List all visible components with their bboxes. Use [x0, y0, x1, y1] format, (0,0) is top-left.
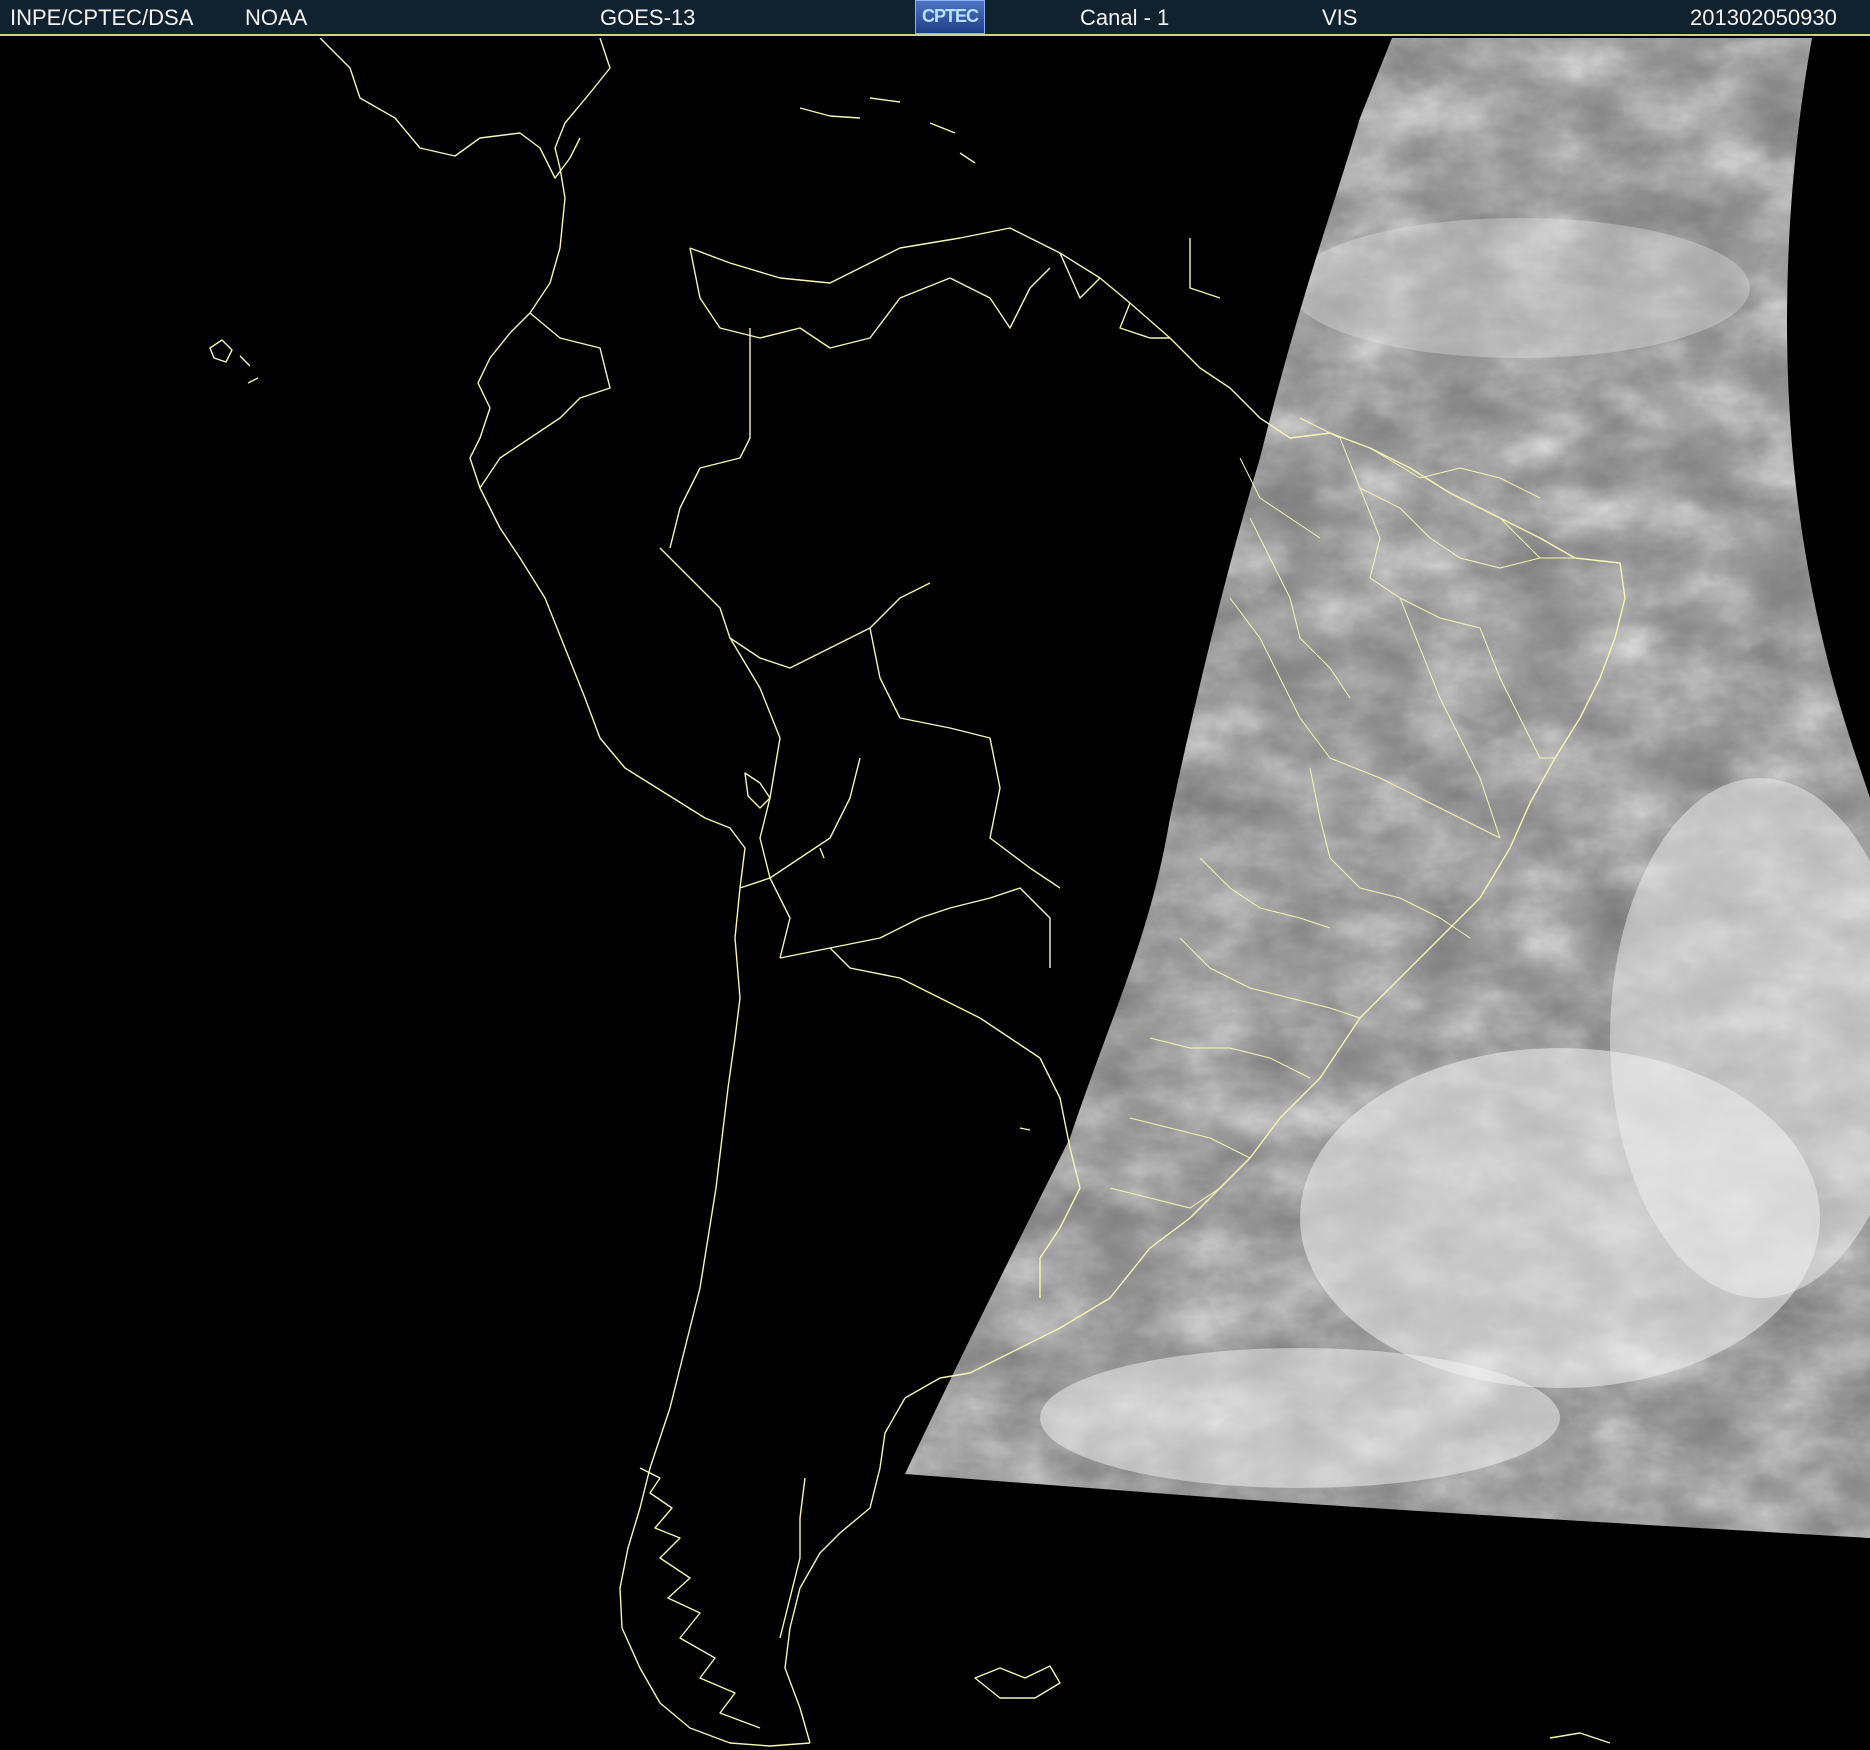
channel-label: Canal - 1 [1080, 5, 1170, 30]
border-guianas [1119, 238, 1221, 339]
galapagos-islands [209, 339, 259, 384]
border-peru-brazil [659, 547, 931, 669]
border-brazil-bolivia [869, 627, 1061, 889]
header-bar: INPE/CPTEC/DSA NOAA GOES-13 CPTEC Canal … [0, 0, 1870, 36]
chilean-fjords [639, 1467, 761, 1729]
cptec-logo: CPTEC [915, 0, 985, 34]
agency-label: INPE/CPTEC/DSA [10, 5, 194, 30]
border-argentina-paraguay [829, 947, 1041, 1059]
border-bolivia-paraguay [779, 887, 1051, 968]
satellite-image-page: INPE/CPTEC/DSA NOAA GOES-13 CPTEC Canal … [0, 0, 1870, 1750]
border-colombia-brazil [669, 328, 751, 549]
map-canvas [209, 38, 1870, 1747]
south-atlantic-island [1549, 1732, 1611, 1744]
satellite-map [0, 38, 1870, 1750]
timestamp-label: 201302050930 [1690, 5, 1837, 30]
satellite-label: GOES-13 [600, 5, 696, 30]
visible-imagery-swath [905, 38, 1870, 1538]
pacific-coast [469, 167, 811, 1747]
border-chile-bolivia-argentina [739, 757, 861, 889]
border-bolivia-peru [729, 637, 791, 959]
logo-text: CPTEC [921, 6, 979, 26]
border-argentina-chile-south [779, 1477, 806, 1639]
band-label: VIS [1322, 5, 1358, 30]
central-america-coast-2 [554, 38, 611, 169]
caribbean-islands [799, 97, 976, 164]
source-label: NOAA [245, 5, 308, 30]
falkland-islands [974, 1665, 1061, 1699]
central-america-coast [319, 38, 581, 179]
border-colombia-peru-ecuador [479, 312, 611, 489]
lake-titicaca [744, 772, 771, 809]
misc-marker [819, 847, 1031, 1131]
